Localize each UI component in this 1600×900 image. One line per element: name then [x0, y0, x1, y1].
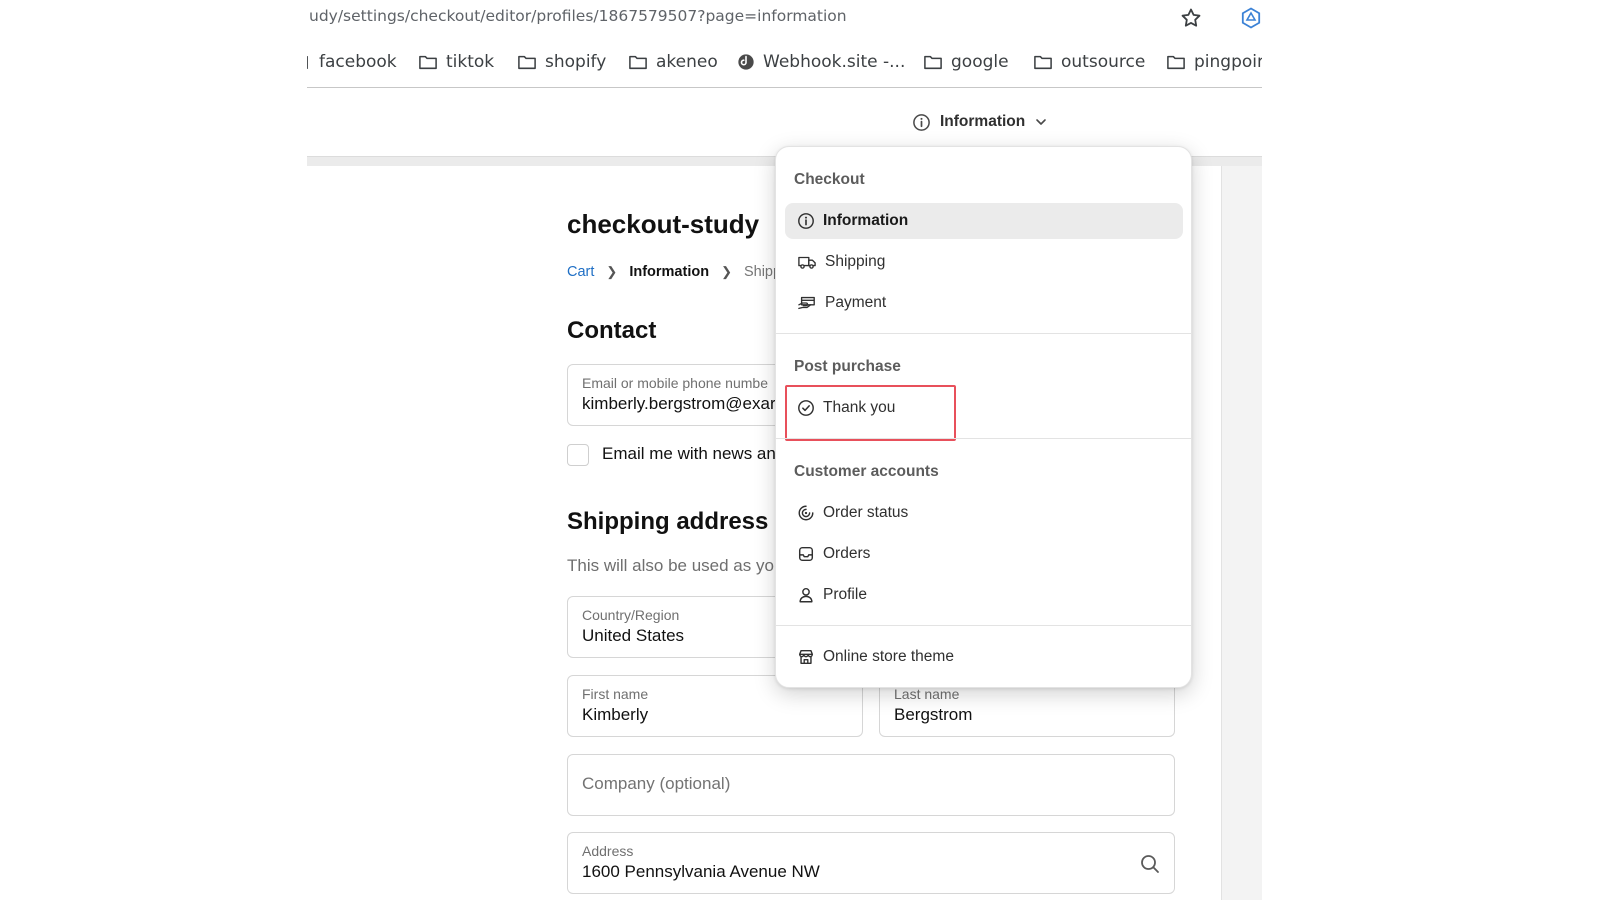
info-icon [798, 213, 814, 229]
chevron-down-icon [1036, 119, 1047, 125]
menu-item-label: Shipping [825, 253, 886, 270]
breadcrumb-cart[interactable]: Cart [567, 264, 594, 280]
folder-icon [518, 55, 536, 70]
menu-item-order-status[interactable]: Order status [785, 495, 1183, 531]
bookmark-label: google [951, 52, 1009, 72]
preview-right-rail [1221, 166, 1262, 900]
folder-icon [629, 55, 647, 70]
newsletter-label: Email me with news an [602, 444, 776, 463]
chevron-right-icon: ❯ [721, 264, 732, 279]
country-value: United States [582, 626, 685, 645]
bookmark-label: outsource [1061, 52, 1146, 72]
bookmark-label: akeneo [656, 52, 718, 72]
company-placeholder: Company (optional) [582, 774, 731, 793]
person-icon [799, 587, 813, 603]
webhook-favicon-icon [738, 54, 754, 70]
url-text[interactable]: udy/settings/checkout/editor/profiles/18… [309, 7, 847, 25]
country-label: Country/Region [582, 607, 680, 623]
page-selector[interactable]: Information [912, 109, 1048, 135]
order-status-icon [798, 505, 814, 521]
bookmark-label: facebook [319, 52, 397, 72]
bookmark-outsource[interactable]: outsource [1033, 48, 1145, 76]
address-bar[interactable]: udy/settings/checkout/editor/profiles/18… [307, 0, 1261, 36]
menu-item-profile[interactable]: Profile [785, 577, 1183, 613]
store-icon [798, 649, 814, 665]
folder-icon [924, 55, 942, 70]
email-field-label: Email or mobile phone numbe [582, 375, 768, 391]
bookmark-webhook-site[interactable]: Webhook.site -... [737, 48, 905, 76]
menu-item-label: Online store theme [823, 648, 954, 665]
menu-item-label: Order status [823, 504, 909, 521]
menu-divider [776, 438, 1191, 439]
menu-divider [776, 625, 1191, 626]
bookmark-label: shopify [545, 52, 607, 72]
folder-icon [419, 55, 437, 70]
menu-divider [776, 333, 1191, 334]
menu-item-orders[interactable]: Orders [785, 536, 1183, 572]
menu-item-label: Orders [823, 545, 871, 562]
breadcrumb-information: Information [629, 264, 710, 280]
inbox-icon [798, 546, 814, 562]
menu-item-label: Profile [823, 586, 867, 603]
bookmark-akeneo[interactable]: akeneo [628, 48, 718, 76]
check-circle-icon [798, 400, 814, 416]
bookmark-label: pingpoir [1194, 52, 1262, 72]
first-name-value: Kimberly [582, 705, 649, 724]
menu-item-thank-you[interactable]: Thank you [785, 390, 951, 426]
menu-item-shipping[interactable]: Shipping [785, 244, 1183, 280]
extension-icon[interactable] [1239, 6, 1262, 30]
bookmark-label: Webhook.site -... [763, 52, 906, 72]
truck-icon [798, 256, 816, 269]
newsletter-checkbox[interactable] [567, 444, 589, 466]
address-label: Address [582, 843, 634, 859]
contact-heading: Contact [567, 317, 657, 344]
menu-item-information[interactable]: Information [785, 203, 1183, 239]
browser-chrome: udy/settings/checkout/editor/profiles/18… [307, 0, 1262, 88]
last-name-value: Bergstrom [894, 705, 973, 724]
bookmark-tiktok[interactable]: tiktok [418, 48, 494, 76]
info-icon [913, 113, 930, 131]
menu-group-post-purchase: Post purchase [794, 358, 901, 375]
bookmark-pingpoir[interactable]: pingpoir [1166, 48, 1262, 76]
shipping-subtitle: This will also be used as yo [567, 556, 774, 575]
bookmark-google[interactable]: google [923, 48, 1009, 76]
company-field[interactable]: Company (optional) [567, 754, 1175, 816]
last-name-label: Last name [894, 686, 960, 702]
first-name-label: First name [582, 686, 649, 702]
menu-item-label: Information [823, 212, 909, 229]
menu-item-label: Payment [825, 294, 887, 311]
menu-item-online-store-theme[interactable]: Online store theme [785, 639, 1183, 675]
bookmark-star-icon[interactable] [1179, 6, 1203, 30]
chevron-right-icon: ❯ [606, 264, 618, 279]
address-field[interactable]: Address 1600 Pennsylvania Avenue NW [567, 832, 1175, 894]
bookmarks-bar: facebook tiktok shopify akeneo Webhook.site … [307, 48, 1262, 76]
page-dropdown-menu: Checkout Information Shipping Payment Po… [775, 146, 1192, 688]
menu-group-checkout: Checkout [794, 171, 865, 188]
shop-title: checkout-study [567, 209, 760, 239]
bookmark-shopify[interactable]: shopify [517, 48, 606, 76]
email-field-value: kimberly.bergstrom@exar [582, 394, 776, 413]
shipping-heading: Shipping address [567, 508, 769, 535]
address-value: 1600 Pennsylvania Avenue NW [582, 862, 820, 881]
folder-icon [1167, 55, 1185, 70]
bookmark-label: tiktok [446, 52, 495, 72]
search-icon[interactable] [1139, 853, 1161, 875]
breadcrumb: Cart ❯ Information ❯ Shipp [567, 264, 781, 280]
folder-icon [1034, 55, 1052, 70]
payment-icon [798, 296, 815, 310]
bookmark-facebook[interactable]: facebook [307, 48, 397, 76]
menu-item-payment[interactable]: Payment [785, 285, 1183, 321]
menu-group-customer-accounts: Customer accounts [794, 463, 939, 480]
folder-icon [307, 56, 308, 69]
page-selector-label: Information [940, 113, 1026, 130]
menu-item-label: Thank you [823, 399, 896, 416]
